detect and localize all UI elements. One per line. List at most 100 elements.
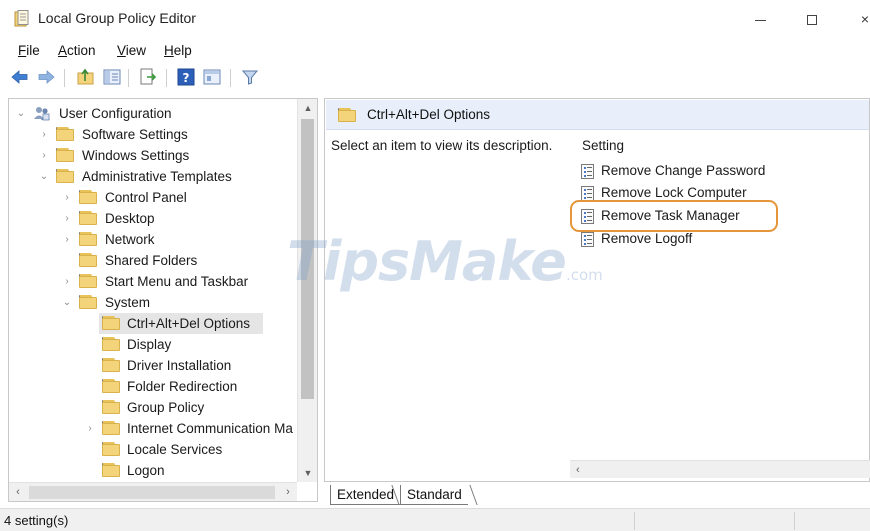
menu-bar: File Action View Help xyxy=(0,40,870,62)
menu-view[interactable]: View xyxy=(117,43,146,58)
tree-item-shared-folders[interactable]: Shared Folders xyxy=(9,250,297,271)
chevron-right-icon[interactable]: › xyxy=(61,208,73,229)
scroll-right-arrow-icon[interactable]: › xyxy=(279,483,297,502)
tree-label: Locale Services xyxy=(127,442,223,457)
users-icon xyxy=(34,107,50,121)
menu-action-label: ction xyxy=(67,43,96,58)
scroll-left-arrow-icon[interactable]: ‹ xyxy=(576,461,580,479)
watermark: TipsMake.com xyxy=(287,230,603,293)
folder-icon xyxy=(102,316,120,330)
tree-item-group-policy[interactable]: Group Policy xyxy=(9,397,297,418)
folder-icon xyxy=(102,421,120,435)
setting-column-header[interactable]: Setting xyxy=(582,138,624,153)
back-arrow-icon[interactable] xyxy=(10,67,30,87)
up-folder-icon[interactable] xyxy=(76,67,96,87)
menu-help-label: elp xyxy=(173,43,192,58)
tree-item-driver-installation[interactable]: Driver Installation xyxy=(9,355,297,376)
chevron-right-icon[interactable]: › xyxy=(61,271,73,292)
tree-item-administrative-templates[interactable]: ⌄ Administrative Templates xyxy=(9,166,297,187)
properties-view-icon[interactable] xyxy=(202,67,222,87)
folder-icon xyxy=(102,463,120,477)
policy-setting-icon xyxy=(581,186,594,201)
tree-item-desktop[interactable]: › Desktop xyxy=(9,208,297,229)
folder-icon xyxy=(79,295,97,309)
toolbar: ? xyxy=(0,64,870,92)
folder-icon xyxy=(102,337,120,351)
menu-action-accel: A xyxy=(58,43,68,58)
policy-setting-icon xyxy=(581,164,594,179)
menu-file-accel: F xyxy=(18,43,27,58)
tree-item-windows-settings[interactable]: › Windows Settings xyxy=(9,145,297,166)
tree-label: Administrative Templates xyxy=(82,169,232,184)
watermark-text: TipsMake xyxy=(287,230,567,293)
status-text: 4 setting(s) xyxy=(4,513,69,528)
tree-label: Group Policy xyxy=(127,400,205,415)
tree-item-logon[interactable]: Logon xyxy=(9,460,297,481)
tree-label: System xyxy=(105,295,151,310)
folder-icon xyxy=(56,127,74,141)
folder-icon xyxy=(102,442,120,456)
chevron-right-icon[interactable]: › xyxy=(38,145,50,166)
toolbar-separator xyxy=(230,69,231,87)
tree-item-control-panel[interactable]: › Control Panel xyxy=(9,187,297,208)
maximize-icon xyxy=(807,15,817,26)
tab-standard[interactable]: Standard xyxy=(400,485,468,505)
menu-file[interactable]: File xyxy=(18,43,40,58)
tree-label: Driver Installation xyxy=(127,358,232,373)
chevron-right-icon[interactable]: › xyxy=(38,124,50,145)
folder-icon xyxy=(102,379,120,393)
chevron-down-icon[interactable]: ⌄ xyxy=(15,103,27,124)
forward-arrow-icon[interactable] xyxy=(36,67,56,87)
tree-item-ctrl-alt-del-options[interactable]: Ctrl+Alt+Del Options xyxy=(99,313,263,334)
tree-item-internet-communication[interactable]: › Internet Communication Ma xyxy=(9,418,297,439)
tree-item-locale-services[interactable]: Locale Services xyxy=(9,439,297,460)
toolbar-separator xyxy=(166,69,167,87)
folder-icon xyxy=(79,232,97,246)
scroll-up-arrow-icon[interactable]: ▲ xyxy=(298,99,318,117)
chevron-right-icon[interactable]: › xyxy=(84,418,96,439)
menu-view-label: iew xyxy=(125,43,147,58)
menu-view-accel: V xyxy=(117,43,126,58)
chevron-right-icon[interactable]: › xyxy=(61,187,73,208)
scrollbar-thumb[interactable] xyxy=(29,486,275,499)
chevron-down-icon[interactable]: ⌄ xyxy=(61,292,73,313)
menu-action[interactable]: Action xyxy=(58,43,96,58)
chevron-right-icon[interactable]: › xyxy=(61,229,73,250)
tree-label: Ctrl+Alt+Del Options xyxy=(127,316,251,331)
maximize-button[interactable] xyxy=(797,6,827,32)
scroll-down-arrow-icon[interactable]: ▼ xyxy=(298,464,318,482)
menu-help-accel: H xyxy=(164,43,174,58)
details-header: Ctrl+Alt+Del Options xyxy=(326,100,869,130)
folder-icon xyxy=(56,169,74,183)
help-icon[interactable]: ? xyxy=(176,67,196,87)
minimize-icon xyxy=(754,19,766,21)
details-horizontal-scrollbar[interactable]: ‹ xyxy=(570,460,870,478)
watermark-suffix: .com xyxy=(565,266,603,284)
tree-item-start-menu-and-taskbar[interactable]: › Start Menu and Taskbar xyxy=(9,271,297,292)
toolbar-separator xyxy=(64,69,65,87)
close-button[interactable]: × xyxy=(850,6,870,32)
export-list-icon[interactable] xyxy=(138,67,158,87)
group-policy-app-icon xyxy=(14,10,29,27)
chevron-down-icon[interactable]: ⌄ xyxy=(38,166,50,187)
filter-icon[interactable] xyxy=(240,67,260,87)
tree-label: Desktop xyxy=(105,211,155,226)
tree-item-display[interactable]: Display xyxy=(9,334,297,355)
tab-extended[interactable]: Extended xyxy=(330,485,401,505)
show-hide-tree-icon[interactable] xyxy=(102,67,122,87)
minimize-button[interactable] xyxy=(745,6,775,32)
tree-label: Shared Folders xyxy=(105,253,198,268)
menu-help[interactable]: Help xyxy=(164,43,192,58)
tree-item-software-settings[interactable]: › Software Settings xyxy=(9,124,297,145)
tree-label: Windows Settings xyxy=(82,148,190,163)
tree-horizontal-scrollbar[interactable]: ‹ › xyxy=(9,482,297,501)
tree-item-network[interactable]: › Network xyxy=(9,229,297,250)
setting-label: Remove Change Password xyxy=(601,163,766,178)
tree-item-system[interactable]: ⌄ System xyxy=(9,292,297,313)
scroll-left-arrow-icon[interactable]: ‹ xyxy=(9,483,27,502)
status-divider xyxy=(634,512,635,530)
tree-item-user-configuration[interactable]: ⌄ User Configuration xyxy=(9,103,297,124)
folder-icon xyxy=(79,190,97,204)
folder-icon xyxy=(79,211,97,225)
tree-item-folder-redirection[interactable]: Folder Redirection xyxy=(9,376,297,397)
